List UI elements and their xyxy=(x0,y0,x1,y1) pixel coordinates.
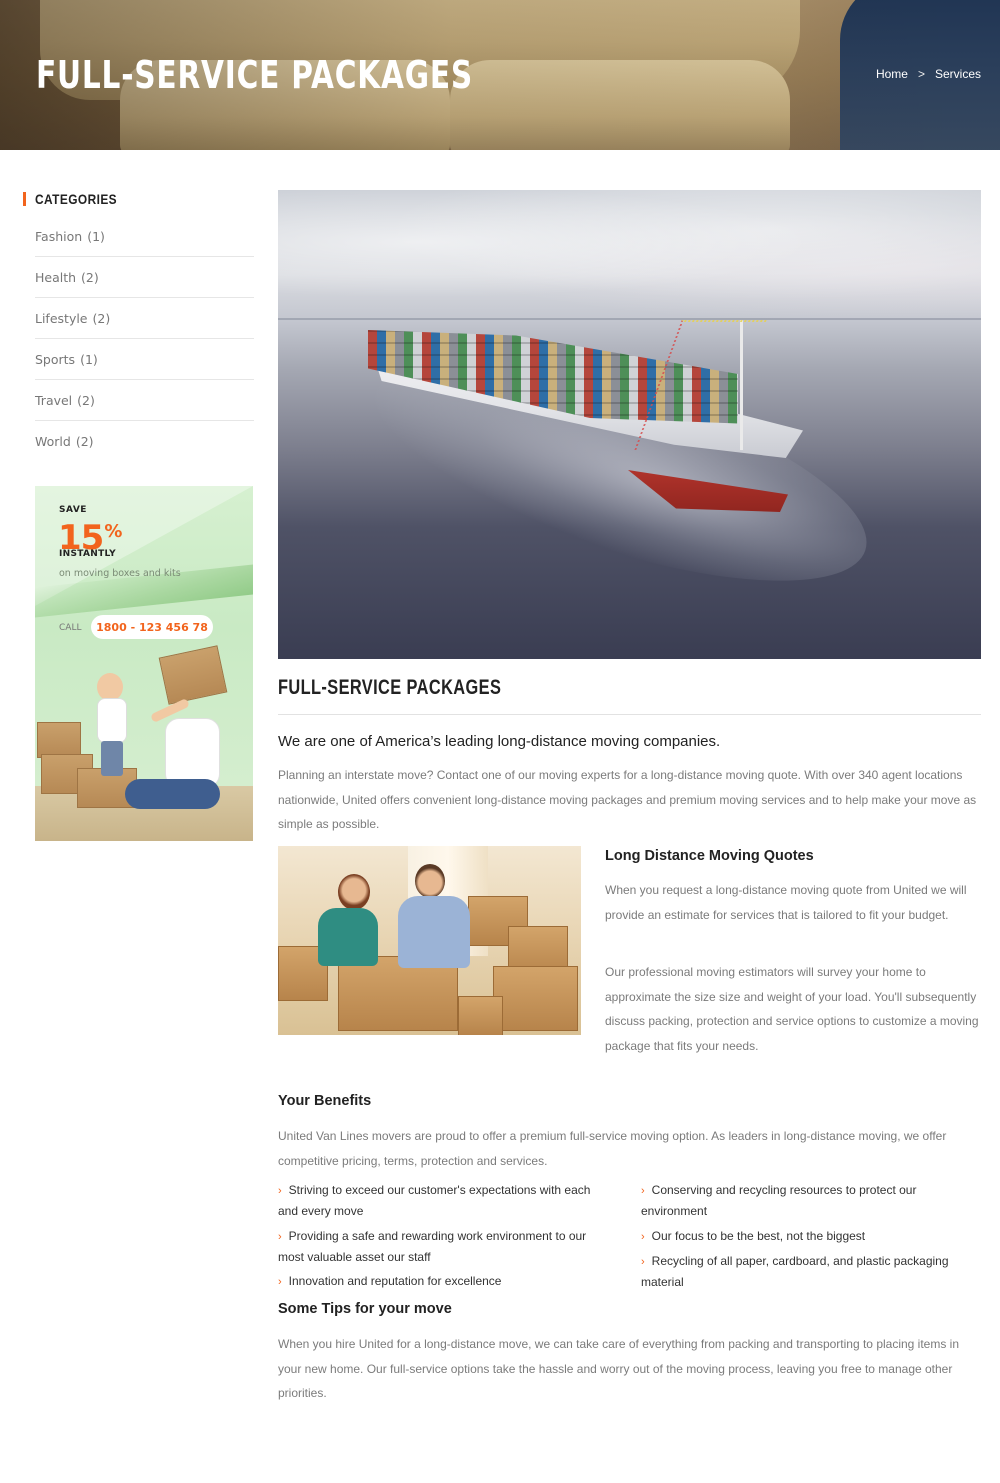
woman-figure xyxy=(338,874,370,910)
list-item: › Recycling of all paper, cardboard, and … xyxy=(641,1251,981,1292)
tips-heading: Some Tips for your move xyxy=(278,1301,452,1317)
category-item-lifestyle[interactable]: Lifestyle (2) xyxy=(35,298,254,339)
lead-paragraph: We are one of America’s leading long-dis… xyxy=(278,733,721,750)
list-item-text: Our focus to be the best, not the bigges… xyxy=(651,1228,866,1243)
tips-paragraph: When you hire United for a long-distance… xyxy=(278,1337,960,1400)
promo-instantly-label: INSTANTLY xyxy=(59,549,116,559)
category-label: Sports xyxy=(35,351,76,367)
intro-paragraph: Planning an interstate move? Contact one… xyxy=(278,768,977,831)
category-list: Fashion (1) Health (2) Lifestyle (2) Sports… xyxy=(35,216,254,462)
category-count: (2) xyxy=(75,434,94,449)
list-item: › Striving to exceed our customer's expec… xyxy=(278,1180,608,1221)
list-item-text: Striving to exceed our customer's expect… xyxy=(278,1183,591,1218)
chevron-right-icon: › xyxy=(278,1276,282,1288)
chevron-right-icon: › xyxy=(278,1185,282,1197)
woman-figure xyxy=(165,718,220,788)
promo-phone-button[interactable]: 1800 - 123 456 78 xyxy=(91,615,213,639)
category-label: World xyxy=(35,434,71,449)
cardboard-box xyxy=(493,966,578,1031)
couple-packing-image xyxy=(278,846,581,1035)
section-title: FULL-SERVICE PACKAGES xyxy=(278,676,502,699)
page-title: FULL-SERVICE PACKAGES xyxy=(36,53,474,97)
category-item-sports[interactable]: Sports (1) xyxy=(35,339,254,380)
list-item: › Conserving and recycling resources to p… xyxy=(641,1180,981,1221)
category-item-world[interactable]: World (2) xyxy=(35,421,254,462)
cardboard-box xyxy=(158,645,228,705)
chevron-right-icon: › xyxy=(278,1230,282,1243)
man-figure xyxy=(398,896,470,968)
category-item-fashion[interactable]: Fashion (1) xyxy=(35,216,254,257)
category-count: (2) xyxy=(92,310,111,326)
promo-call-label: CALL xyxy=(59,623,82,633)
cargo-ship-image xyxy=(278,190,981,659)
list-item-text: Recycling of all paper, cardboard, and p… xyxy=(641,1254,949,1289)
category-count: (2) xyxy=(77,392,95,408)
moving-quotes-heading: Long Distance Moving Quotes xyxy=(605,848,814,864)
category-item-health[interactable]: Health (2) xyxy=(35,257,254,298)
cardboard-box xyxy=(458,996,503,1035)
chevron-right-icon: › xyxy=(641,1185,645,1197)
breadcrumb-current: Services xyxy=(934,67,981,81)
categories-heading-text: CATEGORIES xyxy=(35,191,118,207)
page-hero-banner: FULL-SERVICE PACKAGES Home > Services xyxy=(0,0,1000,150)
list-item: › Our focus to be the best, not the bigge… xyxy=(641,1226,981,1247)
woman-figure xyxy=(125,779,220,809)
woman-figure xyxy=(318,908,378,966)
heading-accent-bar xyxy=(23,192,26,206)
chevron-right-icon: › xyxy=(641,1256,645,1268)
benefits-heading: Your Benefits xyxy=(278,1093,372,1109)
list-item-text: Innovation and reputation for excellence xyxy=(288,1274,502,1288)
chevron-right-icon: > xyxy=(917,67,925,81)
benefits-column-right: › Conserving and recycling resources to p… xyxy=(641,1180,981,1297)
category-item-travel[interactable]: Travel (2) xyxy=(35,380,254,421)
promo-subtitle: on moving boxes and kits xyxy=(59,568,181,579)
divider xyxy=(278,714,981,715)
breadcrumb-home-link[interactable]: Home xyxy=(876,67,908,81)
benefits-column-left: › Striving to exceed our customer's expec… xyxy=(278,1180,608,1297)
sky-clouds xyxy=(278,190,981,320)
benefits-intro: United Van Lines movers are proud to off… xyxy=(278,1129,947,1168)
list-item: › Providing a safe and rewarding work env… xyxy=(278,1226,608,1267)
list-item: › Innovation and reputation for excellenc… xyxy=(278,1271,608,1292)
child-figure xyxy=(101,741,123,776)
sidebar: CATEGORIES Fashion (1) Health (2) Lifestyl… xyxy=(23,190,254,462)
category-count: (2) xyxy=(81,269,99,285)
horizon-line xyxy=(278,318,981,320)
breadcrumb: Home > Services xyxy=(876,67,981,81)
category-count: (1) xyxy=(87,228,105,244)
child-figure xyxy=(97,673,123,701)
moving-quotes-paragraph-2: Our professional moving estimators will … xyxy=(605,965,979,1053)
cardboard-box xyxy=(37,722,81,758)
man-figure xyxy=(415,864,445,898)
promo-percent-sign: % xyxy=(104,521,122,542)
promo-banner[interactable]: SAVE 15% INSTANTLY on moving boxes and k… xyxy=(35,486,253,841)
moving-quotes-paragraph-1: When you request a long-distance moving … xyxy=(605,883,967,922)
category-label: Travel xyxy=(35,392,73,408)
category-count: (1) xyxy=(80,351,98,367)
category-label: Fashion xyxy=(35,228,83,244)
category-label: Health xyxy=(35,269,77,285)
child-figure xyxy=(97,698,127,743)
chevron-right-icon: › xyxy=(641,1230,645,1243)
list-item-text: Providing a safe and rewarding work envi… xyxy=(278,1228,587,1264)
list-item-text: Conserving and recycling resources to pr… xyxy=(641,1183,917,1218)
category-label: Lifestyle xyxy=(35,310,88,326)
categories-heading: CATEGORIES xyxy=(23,190,254,208)
